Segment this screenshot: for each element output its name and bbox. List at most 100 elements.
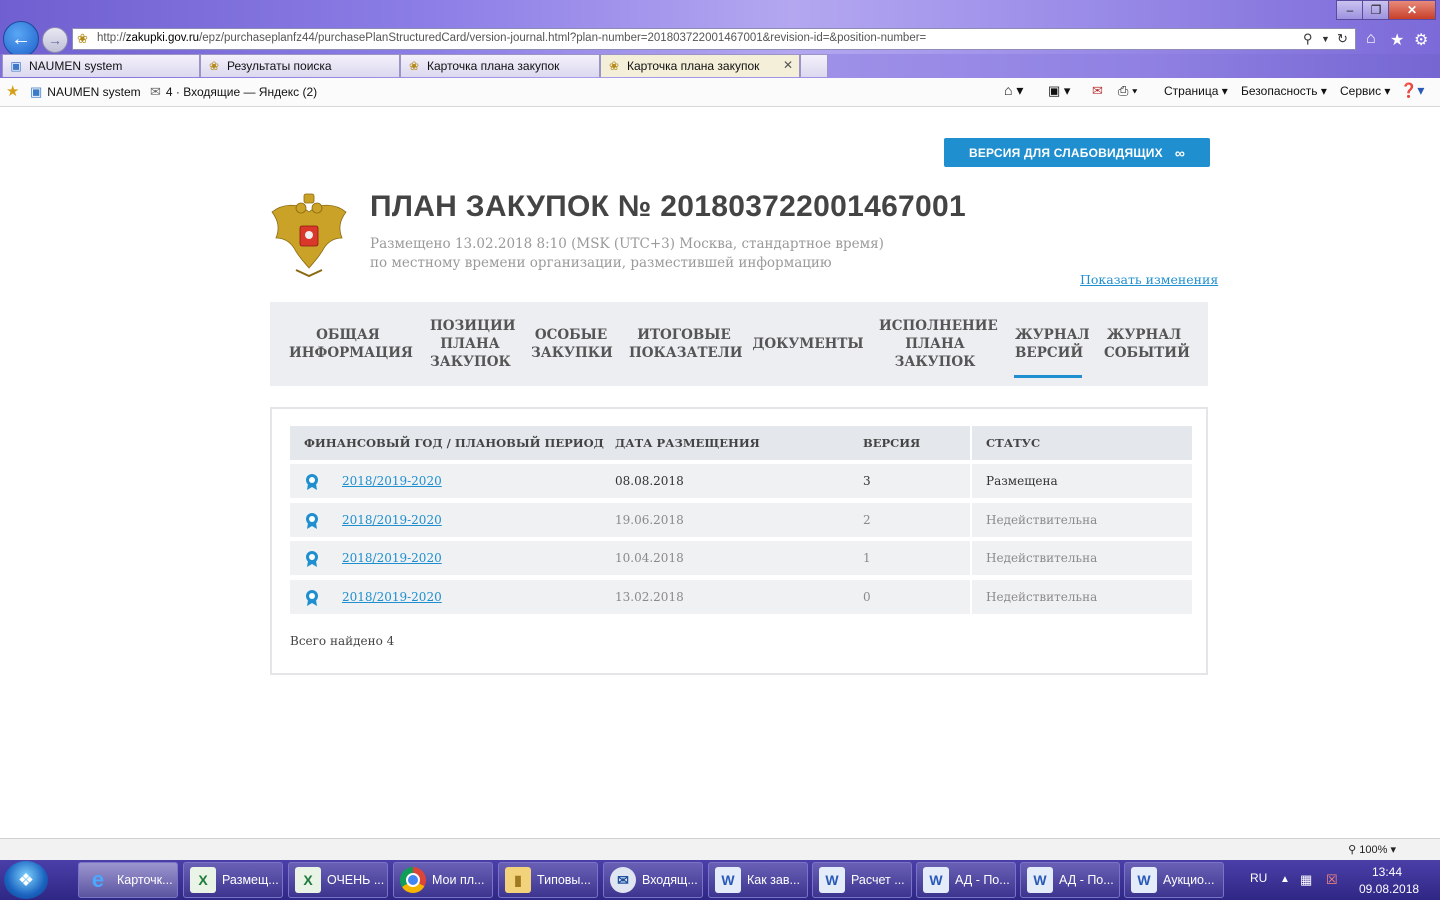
close-window-button[interactable]: ✕ (1388, 0, 1436, 20)
column-divider (970, 541, 972, 575)
favorites-bar: ★ ▣ NAUMEN system ✉ 4 · Входящие — Яндек… (0, 78, 1440, 107)
show-changes-link[interactable]: Показать изменения (1080, 272, 1218, 287)
mail-icon: ✉ (150, 84, 161, 99)
word-icon: W (1131, 867, 1157, 893)
table-header: ФИНАНСОВЫЙ ГОД / ПЛАНОВЫЙ ПЕРИОД ДАТА РА… (290, 426, 1192, 460)
table-row: 2018/2019-2020 13.02.2018 0 Недействител… (290, 580, 1192, 614)
column-header-version[interactable]: ВЕРСИЯ (863, 436, 920, 450)
plan-version-link[interactable]: 2018/2019-2020 (342, 590, 442, 604)
browser-tab-active[interactable]: ❀ Карточка плана закупок ✕ (600, 54, 800, 77)
award-badge-icon (306, 513, 318, 529)
column-divider (970, 580, 972, 614)
help-icon[interactable]: ❓▾ (1400, 82, 1424, 99)
taskbar-item[interactable]: ✉ Входящ... (603, 862, 703, 898)
back-button[interactable]: ← (3, 21, 39, 57)
clock-time[interactable]: 13:44 (1372, 865, 1402, 879)
security-menu[interactable]: Безопасность ▾ (1241, 84, 1327, 98)
refresh-icon[interactable]: ↻ (1337, 31, 1348, 47)
taskbar-item[interactable]: X ОЧЕНЬ ... (288, 862, 388, 898)
cell-version: 0 (863, 590, 871, 604)
minimize-button[interactable]: – (1336, 0, 1364, 20)
column-header-date[interactable]: ДАТА РАЗМЕЩЕНИЯ (615, 436, 760, 450)
cell-date: 19.06.2018 (615, 513, 684, 527)
low-vision-version-button[interactable]: ВЕРСИЯ ДЛЯ СЛАБОВИДЯЩИХ ∞ (944, 138, 1210, 167)
tab-documents[interactable]: ДОКУМЕНТЫ (752, 302, 863, 386)
url-text[interactable]: http://zakupki.gov.ru/epz/purchaseplanfz… (97, 32, 926, 44)
windows-taskbar: ❖ e Карточк... X Размещ... X ОЧЕНЬ ... М… (0, 860, 1440, 900)
search-icon[interactable]: ⚲ (1303, 31, 1313, 47)
site-favicon-icon: ❀ (77, 31, 88, 46)
table-row: 2018/2019-2020 19.06.2018 2 Недействител… (290, 503, 1192, 537)
favorites-star-icon[interactable]: ★ (1390, 30, 1404, 50)
plan-version-link[interactable]: 2018/2019-2020 (342, 551, 442, 565)
tab-plan-positions[interactable]: ПОЗИЦИИ ПЛАНА ЗАКУПОК (420, 302, 520, 386)
add-favorite-star-icon[interactable]: ★ (6, 82, 19, 100)
favorite-link[interactable]: ✉ 4 · Входящие — Яндекс (2) (150, 84, 317, 100)
table-row: 2018/2019-2020 08.08.2018 3 Размещена (290, 464, 1192, 498)
new-tab-button[interactable] (800, 54, 828, 77)
emblem-favicon-icon: ❀ (608, 59, 620, 73)
browser-tab[interactable]: ❀ Результаты поиска (200, 54, 400, 77)
close-tab-icon[interactable]: ✕ (783, 58, 793, 72)
maximize-button[interactable]: ❐ (1362, 0, 1390, 20)
windows-logo-icon: ❖ (17, 869, 35, 890)
column-header-status[interactable]: СТАТУС (986, 436, 1040, 450)
network-icon[interactable]: ▦ (1300, 872, 1312, 888)
table-row: 2018/2019-2020 10.04.2018 1 Недействител… (290, 541, 1192, 575)
zoom-level[interactable]: ⚲ 100% ▾ (1348, 843, 1396, 856)
taskbar-item[interactable]: W Аукцио... (1124, 862, 1224, 898)
address-bar[interactable]: ❀ http://zakupki.gov.ru/epz/purchaseplan… (72, 28, 1356, 50)
column-divider (970, 503, 972, 537)
taskbar-item[interactable]: W Расчет ... (812, 862, 912, 898)
taskbar-item[interactable]: X Размещ... (183, 862, 283, 898)
favorite-link[interactable]: ▣ NAUMEN system (30, 84, 141, 100)
language-indicator[interactable]: RU (1250, 871, 1267, 885)
print-icon[interactable]: ⎙ ▾ (1118, 83, 1137, 99)
taskbar-item[interactable]: e Карточк... (78, 862, 178, 898)
plan-version-link[interactable]: 2018/2019-2020 (342, 513, 442, 527)
cell-status: Недействительна (986, 513, 1098, 527)
taskbar-item[interactable]: Мои пл... (393, 862, 493, 898)
home-icon[interactable]: ⌂ (1366, 30, 1376, 48)
service-menu[interactable]: Сервис ▾ (1340, 84, 1390, 98)
column-header-year[interactable]: ФИНАНСОВЫЙ ГОД / ПЛАНОВЫЙ ПЕРИОД (304, 436, 604, 450)
tab-special-purchases[interactable]: ОСОБЫЕ ЗАКУПКИ (530, 302, 613, 386)
cell-version: 2 (863, 513, 871, 527)
placement-info: Размещено 13.02.2018 8:10 (MSK (UTC+3) М… (370, 236, 884, 252)
volume-muted-icon[interactable]: ☒ (1326, 872, 1338, 888)
browser-tab[interactable]: ▣ NAUMEN system (2, 54, 200, 77)
tab-event-journal[interactable]: ЖУРНАЛ СОБЫТИЙ (1100, 302, 1190, 386)
clock-date[interactable]: 09.08.2018 (1359, 882, 1419, 896)
arrow-right-icon: → (48, 32, 62, 48)
cell-date: 10.04.2018 (615, 551, 684, 565)
page-icon: ▣ (10, 59, 22, 73)
dropdown-arrow-icon[interactable]: ▼ (1321, 34, 1330, 44)
cell-status: Недействительна (986, 590, 1098, 604)
tray-expand-icon[interactable]: ▲ (1280, 874, 1290, 885)
placement-info-note: по местному времени организации, размест… (370, 255, 832, 271)
zoom-icon: ⚲ (1348, 844, 1357, 856)
start-button[interactable]: ❖ (4, 861, 48, 899)
tab-version-journal[interactable]: ЖУРНАЛ ВЕРСИЙ (1014, 302, 1090, 386)
word-icon: W (1027, 867, 1053, 893)
mail-icon: ✉ (610, 867, 636, 893)
tab-general-info[interactable]: ОБЩАЯ ИНФОРМАЦИЯ (284, 302, 413, 386)
word-icon: W (819, 867, 845, 893)
plan-version-link[interactable]: 2018/2019-2020 (342, 474, 442, 488)
plan-tabs: ОБЩАЯ ИНФОРМАЦИЯ ПОЗИЦИИ ПЛАНА ЗАКУПОК О… (270, 302, 1208, 386)
page-menu[interactable]: Страница ▾ (1164, 84, 1228, 98)
taskbar-item[interactable]: W АД - По... (1020, 862, 1120, 898)
forward-button[interactable]: → (42, 27, 68, 53)
browser-tab[interactable]: ❀ Карточка плана закупок (400, 54, 600, 77)
home-icon[interactable]: ⌂ ▾ (1004, 82, 1023, 99)
rss-icon[interactable]: ▣ ▾ (1048, 83, 1070, 99)
taskbar-item[interactable]: W АД - По... (916, 862, 1016, 898)
gear-icon[interactable]: ⚙ (1414, 30, 1428, 50)
browser-title-bar: ← → ❀ http://zakupki.gov.ru/epz/purchase… (0, 0, 1440, 57)
mail-icon[interactable]: ✉ (1092, 83, 1103, 99)
taskbar-item[interactable]: ▮ Типовы... (498, 862, 598, 898)
taskbar-item[interactable]: W Как зав... (708, 862, 808, 898)
tab-plan-execution[interactable]: ИСПОЛНЕНИЕ ПЛАНА ЗАКУПОК (872, 302, 998, 386)
browser-status-bar: ⚲ 100% ▾ (0, 838, 1440, 861)
tab-summary-indicators[interactable]: ИТОГОВЫЕ ПОКАЗАТЕЛИ (626, 302, 743, 386)
